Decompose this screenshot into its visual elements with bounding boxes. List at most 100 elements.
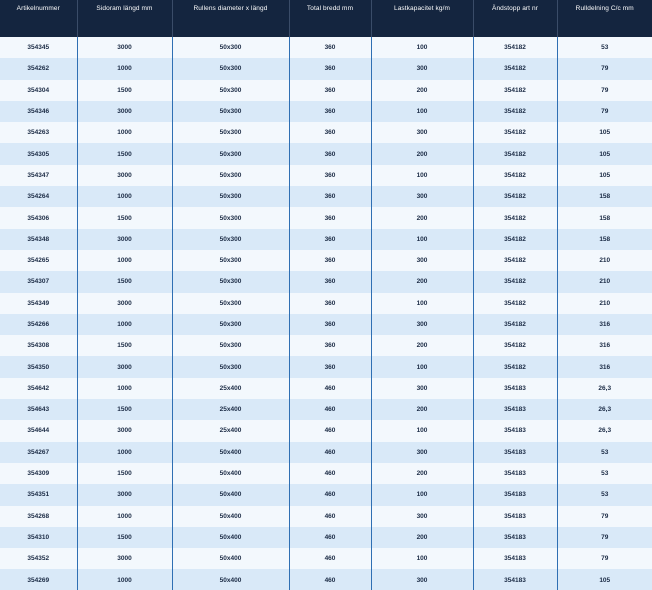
cell-lastkapacitet: 300 — [370, 505, 473, 527]
cell-andstopp-art-nr: 354182 — [472, 186, 557, 208]
cell-rullens-diameter: 50x300 — [171, 100, 289, 123]
cell-rullens-diameter: 50x400 — [171, 569, 289, 590]
cell-sidoram-langd: 1000 — [76, 377, 172, 400]
cell-sidoram-langd: 3000 — [76, 228, 172, 250]
cell-rullens-diameter: 50x300 — [171, 271, 289, 293]
cell-sidoram-langd: 1500 — [76, 462, 172, 485]
header-lastkapacitet[interactable]: Lastkapacitet kg/m — [370, 0, 473, 37]
cell-sidoram-langd: 1000 — [76, 505, 172, 527]
cell-total-bredd: 460 — [288, 569, 371, 590]
cell-lastkapacitet: 100 — [370, 292, 473, 314]
cell-rulldelning: 79 — [556, 548, 652, 570]
cell-artikelnummer: 354263 — [27, 129, 50, 137]
cell-andstopp-art-nr: 354182 — [472, 335, 557, 357]
cell-rullens-diameter: 50x300 — [171, 292, 289, 314]
cell-artikelnummer: 354644 — [27, 427, 50, 435]
cell-rulldelning: 53 — [556, 484, 652, 506]
cell-rullens-diameter: 50x400 — [171, 548, 289, 570]
table-row: 354307 1500 50x300 360 200 354182 210 — [0, 271, 652, 293]
header-andstopp-art-nr[interactable]: Ändstopp art nr — [472, 0, 557, 37]
cell-total-bredd: 360 — [288, 207, 371, 229]
cell-rulldelning: 53 — [556, 462, 652, 485]
table-row: 354266 1000 50x300 360 300 354182 316 — [0, 313, 652, 336]
cell-sidoram-langd: 1000 — [76, 58, 172, 80]
cell-rulldelning: 105 — [556, 164, 652, 187]
table-row: 354306 1500 50x300 360 200 354182 158 — [0, 207, 652, 229]
cell-sidoram-langd: 3000 — [76, 37, 172, 59]
header-rullens-diameter[interactable]: Rullens diameter x längd — [171, 0, 289, 37]
cell-total-bredd: 460 — [288, 505, 371, 527]
cell-andstopp-art-nr: 354182 — [472, 122, 557, 144]
header-sidoram-langd[interactable]: Sidoram längd mm — [76, 0, 172, 37]
cell-lastkapacitet: 300 — [370, 122, 473, 144]
cell-total-bredd: 360 — [288, 186, 371, 208]
cell-rullens-diameter: 50x300 — [171, 164, 289, 187]
cell-total-bredd: 360 — [288, 356, 371, 378]
cell-rullens-diameter: 50x300 — [171, 249, 289, 272]
table-row: 354644 3000 25x400 460 100 354183 26,3 — [0, 420, 652, 442]
cell-andstopp-art-nr: 354183 — [472, 420, 557, 442]
cell-sidoram-langd: 1000 — [76, 249, 172, 272]
cell-total-bredd: 460 — [288, 548, 371, 570]
cell-lastkapacitet: 100 — [370, 37, 473, 59]
cell-total-bredd: 360 — [288, 292, 371, 314]
cell-artikelnummer: 354262 — [27, 65, 50, 73]
cell-lastkapacitet: 200 — [370, 399, 473, 421]
cell-rullens-diameter: 50x300 — [171, 58, 289, 80]
cell-total-bredd: 460 — [288, 399, 371, 421]
table-row: 354347 3000 50x300 360 100 354182 105 — [0, 164, 652, 187]
cell-rulldelning: 105 — [556, 143, 652, 165]
cell-lastkapacitet: 300 — [370, 186, 473, 208]
cell-rullens-diameter: 50x300 — [171, 228, 289, 250]
cell-artikelnummer: 354307 — [27, 278, 50, 286]
cell-lastkapacitet: 300 — [370, 313, 473, 336]
cell-total-bredd: 360 — [288, 249, 371, 272]
cell-rulldelning: 79 — [556, 526, 652, 549]
cell-rulldelning: 26,3 — [556, 420, 652, 442]
cell-artikelnummer: 354350 — [27, 363, 50, 371]
cell-total-bredd: 460 — [288, 462, 371, 485]
cell-rulldelning: 26,3 — [556, 399, 652, 421]
cell-total-bredd: 360 — [288, 122, 371, 144]
table-body: 354345 3000 50x300 360 100 354182 53 354262 1000… — [0, 37, 652, 590]
cell-andstopp-art-nr: 354183 — [472, 505, 557, 527]
header-rulldelning[interactable]: Rulldelning C/c mm — [556, 0, 652, 37]
cell-rullens-diameter: 25x400 — [171, 399, 289, 421]
cell-andstopp-art-nr: 354183 — [472, 526, 557, 549]
cell-artikelnummer: 354346 — [27, 108, 50, 116]
cell-sidoram-langd: 1500 — [76, 271, 172, 293]
cell-total-bredd: 460 — [288, 484, 371, 506]
table-row: 354642 1000 25x400 460 300 354183 26,3 — [0, 377, 652, 400]
cell-sidoram-langd: 1500 — [76, 143, 172, 165]
cell-andstopp-art-nr: 354182 — [472, 100, 557, 123]
cell-lastkapacitet: 300 — [370, 569, 473, 590]
cell-artikelnummer: 354304 — [27, 86, 50, 94]
cell-artikelnummer: 354642 — [27, 384, 50, 392]
cell-rullens-diameter: 50x300 — [171, 207, 289, 229]
cell-rullens-diameter: 50x400 — [171, 441, 289, 463]
cell-sidoram-langd: 1000 — [76, 313, 172, 336]
cell-rullens-diameter: 50x300 — [171, 122, 289, 144]
cell-sidoram-langd: 1500 — [76, 399, 172, 421]
cell-lastkapacitet: 300 — [370, 377, 473, 400]
header-artikelnummer[interactable]: Artikelnummer — [0, 0, 77, 37]
cell-total-bredd: 460 — [288, 526, 371, 549]
cell-total-bredd: 360 — [288, 335, 371, 357]
cell-total-bredd: 460 — [288, 441, 371, 463]
cell-andstopp-art-nr: 354183 — [472, 399, 557, 421]
cell-rulldelning: 210 — [556, 249, 652, 272]
cell-artikelnummer: 354309 — [27, 470, 50, 478]
cell-rullens-diameter: 50x300 — [171, 37, 289, 59]
cell-rullens-diameter: 50x300 — [171, 313, 289, 336]
cell-andstopp-art-nr: 354182 — [472, 292, 557, 314]
table-header: Artikelnummer Sidoram längd mm Rullens d… — [0, 0, 652, 37]
cell-rulldelning: 53 — [556, 37, 652, 59]
header-total-bredd[interactable]: Total bredd mm — [288, 0, 371, 37]
cell-total-bredd: 360 — [288, 164, 371, 187]
cell-total-bredd: 360 — [288, 313, 371, 336]
table-row: 354346 3000 50x300 360 100 354182 79 — [0, 100, 652, 123]
cell-rulldelning: 79 — [556, 79, 652, 101]
cell-rulldelning: 79 — [556, 505, 652, 527]
table-row: 354308 1500 50x300 360 200 354182 316 — [0, 335, 652, 357]
cell-rullens-diameter: 50x300 — [171, 79, 289, 101]
